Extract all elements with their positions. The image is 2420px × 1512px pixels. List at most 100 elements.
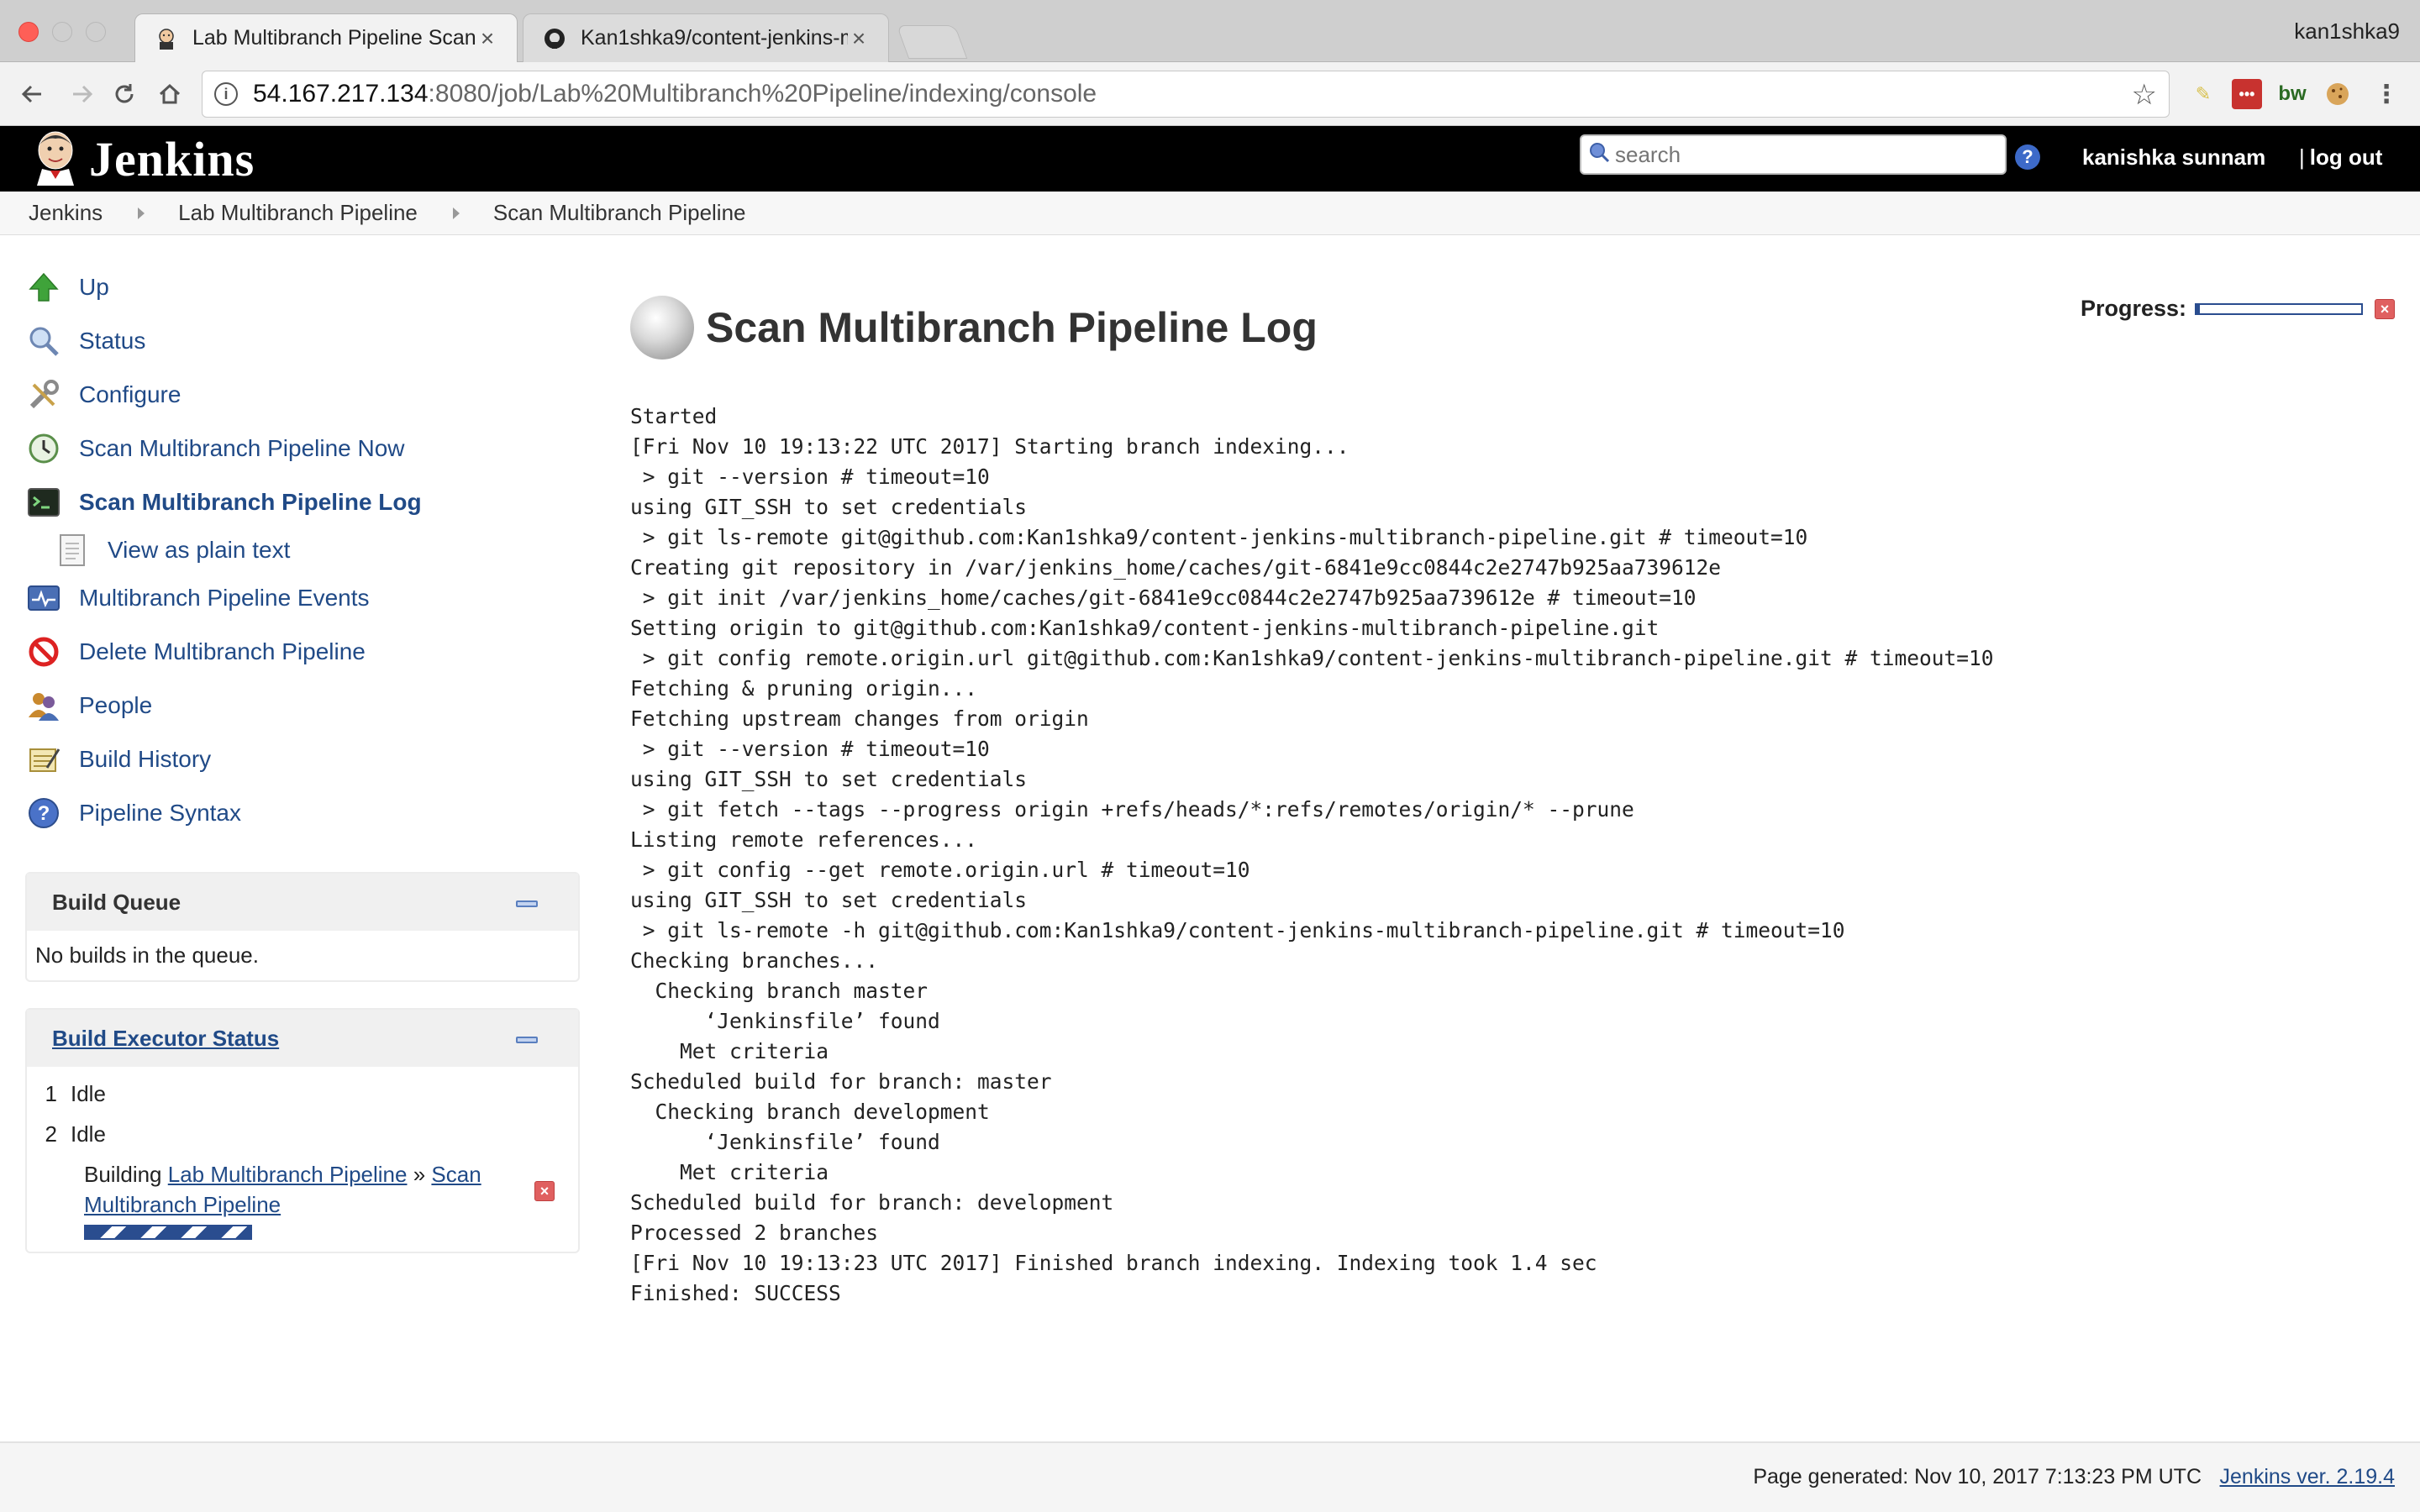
logout-link[interactable]: | log out — [2299, 144, 2382, 171]
executor-number: 2 — [45, 1121, 57, 1147]
console-line: > git config remote.origin.url git@githu… — [630, 646, 1994, 670]
task-people[interactable]: People — [25, 679, 580, 732]
address-bar[interactable]: i 54.167.217.134:8080/job/Lab%20Multibra… — [202, 71, 2170, 118]
console-line: Scheduled build for branch: development — [630, 1190, 1114, 1215]
console-output: Started [Fri Nov 10 19:13:22 UTC 2017] St… — [630, 402, 2395, 1309]
cookie-icon[interactable] — [2323, 79, 2353, 109]
breadcrumb-scan-multibranch-pipeline[interactable]: Scan Multibranch Pipeline — [493, 200, 746, 226]
console-line: Fetching & pruning origin... — [630, 676, 978, 701]
task-delete-pipeline[interactable]: Delete Multibranch Pipeline — [25, 625, 580, 679]
building-job-link[interactable]: Lab Multibranch Pipeline — [168, 1162, 408, 1187]
home-icon[interactable] — [153, 77, 187, 111]
console-line: Setting origin to git@github.com:Kan1shk… — [630, 616, 1660, 640]
magnifier-icon — [25, 323, 62, 360]
bookmark-star-icon[interactable]: ☆ — [2132, 78, 2157, 112]
task-configure[interactable]: Configure — [25, 368, 580, 422]
info-icon[interactable]: i — [214, 82, 238, 106]
progress-fill — [2196, 304, 2200, 313]
window-zoom-button[interactable] — [86, 22, 106, 42]
page-title: Scan Multibranch Pipeline Log — [706, 304, 1318, 351]
page-footer: Page generated: Nov 10, 2017 7:13:23 PM … — [0, 1441, 2420, 1512]
notepad-icon — [25, 741, 62, 778]
task-scan-now[interactable]: Scan Multibranch Pipeline Now — [25, 422, 580, 475]
build-queue-header: Build Queue — [27, 874, 578, 931]
new-tab-button[interactable] — [896, 25, 968, 59]
wrench-icon — [25, 376, 62, 413]
collapse-icon[interactable] — [516, 1037, 538, 1043]
reload-icon[interactable] — [108, 77, 141, 111]
console-line: > git ls-remote -h git@github.com:Kan1sh… — [630, 918, 1845, 942]
breadcrumb-lab-multibranch-pipeline[interactable]: Lab Multibranch Pipeline — [178, 200, 418, 226]
building-separator: » — [413, 1162, 426, 1187]
task-status[interactable]: Status — [25, 314, 580, 368]
task-pipeline-syntax[interactable]: ? Pipeline Syntax — [25, 786, 580, 840]
breadcrumb-jenkins[interactable]: Jenkins — [29, 200, 103, 226]
executor-status-title[interactable]: Build Executor Status — [52, 1026, 279, 1052]
console-line: [Fri Nov 10 19:13:23 UTC 2017] Finished … — [630, 1251, 1597, 1275]
user-name-link[interactable]: kanishka sunnam — [2082, 144, 2265, 171]
console-line: [Fri Nov 10 19:13:22 UTC 2017] Starting … — [630, 434, 1349, 459]
console-line: > git ls-remote git@github.com:Kan1shka9… — [630, 525, 1808, 549]
console-line: Checking branch master — [630, 979, 929, 1003]
console-line: Checking branch development — [630, 1100, 990, 1124]
console-line: ‘Jenkinsfile’ found — [630, 1009, 940, 1033]
browser-tab-bar: Lab Multibranch Pipeline Scan × Kan1shka… — [0, 0, 2420, 62]
task-build-history[interactable]: Build History — [25, 732, 580, 786]
search-help-icon[interactable]: ? — [2015, 144, 2040, 170]
executor-status-pane: Build Executor Status 1 Idle 2 Idle Buil… — [25, 1008, 580, 1253]
stop-scan-icon[interactable]: × — [2375, 298, 2395, 319]
task-label: Status — [79, 328, 146, 354]
jenkins-logo[interactable]: Jenkins — [30, 129, 255, 188]
search-input[interactable] — [1615, 141, 1985, 168]
breadcrumb: Jenkins Lab Multibranch Pipeline Scan Mu… — [0, 192, 2420, 235]
progress-bar — [2195, 302, 2363, 315]
browser-tab-jenkins[interactable]: Lab Multibranch Pipeline Scan × — [134, 13, 518, 62]
console-line: using GIT_SSH to set credentials — [630, 495, 1028, 519]
jenkins-version-link[interactable]: Jenkins ver. 2.19.4 — [2220, 1465, 2395, 1489]
task-up[interactable]: Up — [25, 260, 580, 314]
building-progress-bar[interactable] — [84, 1225, 252, 1240]
executor-building: Building Lab Multibranch Pipeline » Scan… — [35, 1159, 570, 1240]
building-prefix: Building — [84, 1162, 162, 1187]
breadcrumb-chevron-icon[interactable] — [452, 207, 460, 219]
tab-close-icon[interactable]: × — [476, 25, 498, 52]
task-label: Pipeline Syntax — [79, 800, 242, 826]
clock-icon — [25, 430, 62, 467]
executor-status-header: Build Executor Status — [27, 1010, 578, 1067]
collapse-icon[interactable] — [516, 900, 538, 907]
search-icon — [1588, 141, 1610, 169]
jenkins-logo-text: Jenkins — [89, 131, 255, 186]
stop-build-icon[interactable]: × — [534, 1181, 555, 1201]
console-line: Finished: SUCCESS — [630, 1281, 841, 1305]
document-icon — [54, 532, 91, 569]
task-pipeline-events[interactable]: Multibranch Pipeline Events — [25, 571, 580, 625]
lastpass-icon[interactable]: ••• — [2232, 79, 2262, 109]
console-line: Scheduled build for branch: master — [630, 1069, 1052, 1094]
build-queue-empty-text: No builds in the queue. — [35, 942, 259, 968]
console-line: Started — [630, 404, 718, 428]
browser-menu-icon[interactable]: ⋮ — [2371, 79, 2402, 109]
bw-icon[interactable]: bw — [2277, 79, 2307, 109]
executor-state: Idle — [71, 1121, 106, 1147]
console-line: Creating git repository in /var/jenkins_… — [630, 555, 1722, 580]
browser-toolbar: i 54.167.217.134:8080/job/Lab%20Multibra… — [0, 62, 2420, 126]
side-panel: Up Status Configure Scan Multibranch Pip… — [25, 260, 580, 840]
task-view-plain-text[interactable]: View as plain text — [25, 529, 580, 571]
window-close-button[interactable] — [18, 22, 39, 42]
jenkins-search-box[interactable] — [1580, 134, 2007, 175]
back-arrow-icon[interactable] — [15, 77, 49, 111]
browser-tab-github[interactable]: Kan1shka9/content-jenkins-m × — [523, 13, 889, 62]
forward-arrow-icon[interactable] — [66, 77, 99, 111]
window-minimize-button[interactable] — [52, 22, 72, 42]
executor-state: Idle — [71, 1080, 106, 1106]
browser-profile-name[interactable]: kan1shka9 — [2294, 18, 2400, 45]
task-label: Multibranch Pipeline Events — [79, 585, 370, 611]
notes-icon[interactable]: ✎ — [2188, 79, 2218, 109]
console-line: using GIT_SSH to set credentials — [630, 767, 1028, 791]
no-entry-icon — [25, 633, 62, 670]
jenkins-butler-icon — [30, 129, 81, 190]
tab-close-icon[interactable]: × — [848, 25, 870, 52]
breadcrumb-chevron-icon[interactable] — [138, 207, 145, 219]
jenkins-header: Jenkins ? kanishka sunnam |log out — [0, 126, 2420, 192]
task-scan-log[interactable]: Scan Multibranch Pipeline Log — [25, 475, 580, 529]
